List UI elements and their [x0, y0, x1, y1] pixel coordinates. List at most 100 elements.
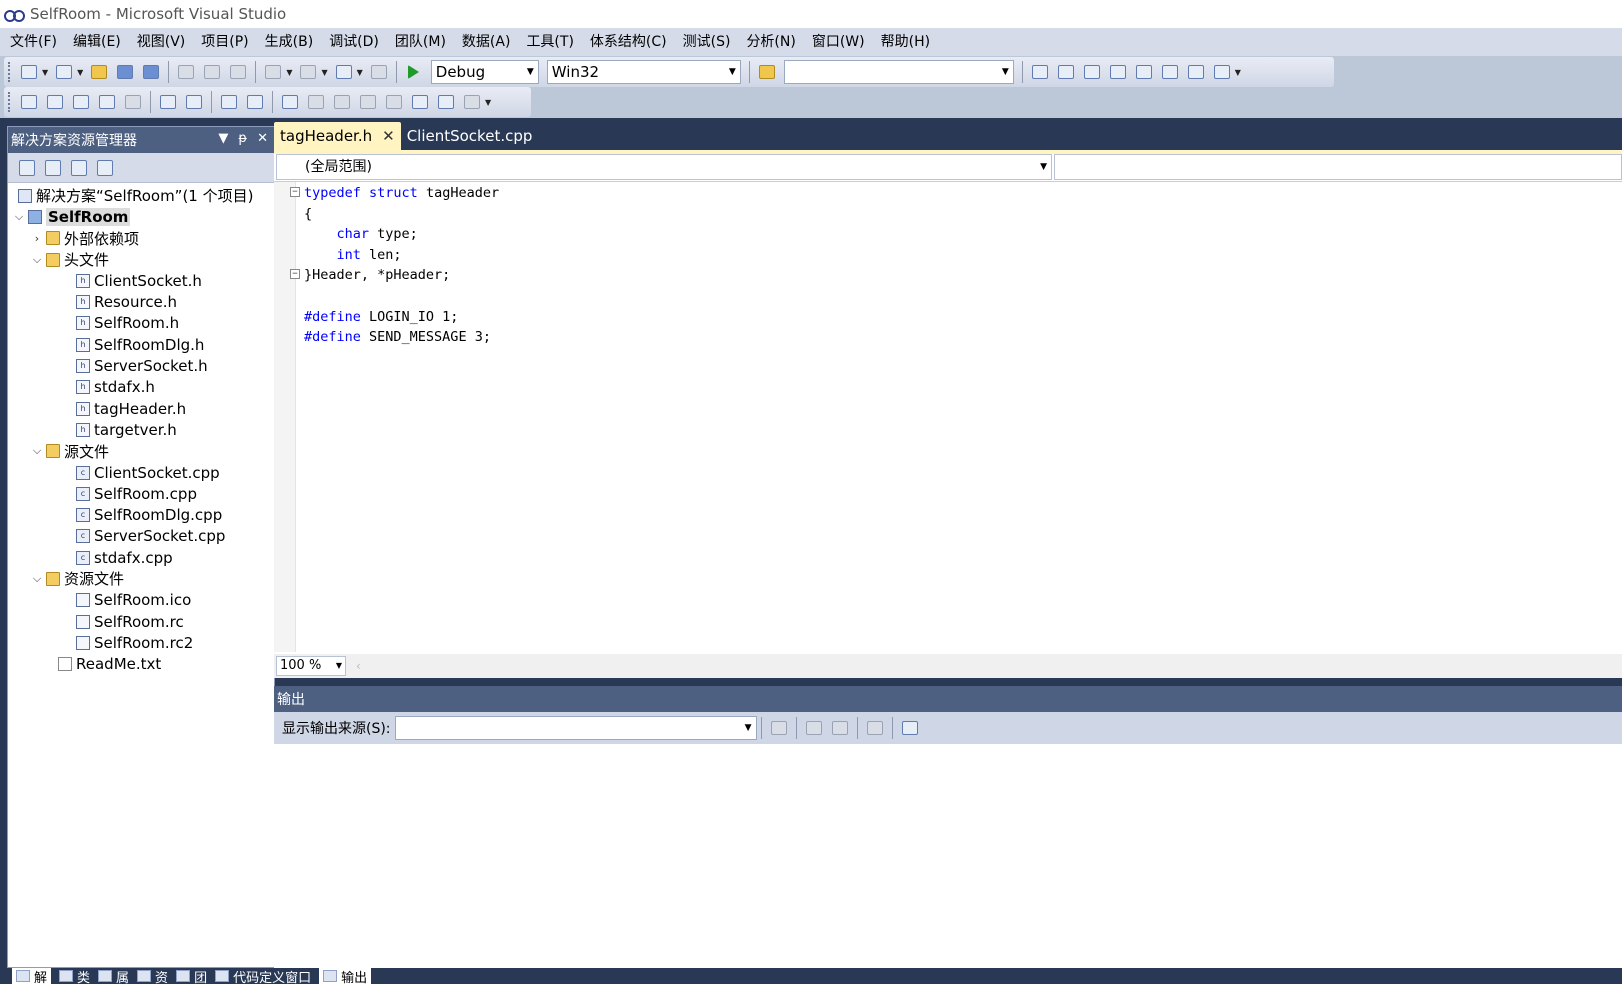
menu-data[interactable]: 数据(A): [454, 28, 519, 56]
tree-item-project[interactable]: ⌵ SelfRoom: [8, 206, 274, 227]
properties-icon[interactable]: [16, 157, 38, 179]
navigate-forward-icon[interactable]: [368, 61, 390, 83]
tree-item-solution[interactable]: 解决方案“SelfRoom”(1 个项目): [8, 185, 274, 206]
find-combo[interactable]: ▼: [783, 60, 1014, 84]
extension-manager-icon[interactable]: [1185, 61, 1207, 83]
object-browser-icon[interactable]: [1107, 61, 1129, 83]
scroll-left-icon[interactable]: ‹: [356, 659, 361, 673]
command-window-icon[interactable]: [1211, 61, 1233, 83]
menu-architecture[interactable]: 体系结构(C): [582, 28, 675, 56]
tree-item-file[interactable]: c ClientSocket.cpp: [8, 462, 274, 483]
tree-item-file[interactable]: h Resource.h: [8, 291, 274, 312]
solution-explorer-icon[interactable]: [1055, 61, 1077, 83]
find-message-in-code-icon[interactable]: [768, 717, 790, 739]
menu-team[interactable]: 团队(M): [387, 28, 454, 56]
tab-solution-explorer[interactable]: 解: [12, 968, 52, 984]
clear-all-icon[interactable]: [864, 717, 886, 739]
tree-item-file[interactable]: h stdafx.h: [8, 377, 274, 398]
tab-tagheader-h[interactable]: tagHeader.h ✕: [274, 122, 401, 150]
add-item-icon[interactable]: [53, 61, 75, 83]
next-bookmark-folder-icon[interactable]: [383, 91, 405, 113]
tree-item-file[interactable]: h ServerSocket.h: [8, 355, 274, 376]
tab-output[interactable]: 输出: [319, 968, 372, 984]
decrease-indent-icon[interactable]: [157, 91, 179, 113]
tree-item-file[interactable]: h SelfRoom.h: [8, 313, 274, 334]
zoom-select[interactable]: 100 % ▼: [276, 656, 346, 676]
navigate-backward-icon[interactable]: [333, 61, 355, 83]
menu-build[interactable]: 生成(B): [257, 28, 322, 56]
display-quick-info-icon[interactable]: [70, 91, 92, 113]
tab-class-view[interactable]: 类: [59, 968, 90, 984]
next-bookmark-document-icon[interactable]: [435, 91, 457, 113]
save-all-icon[interactable]: [140, 61, 162, 83]
tree-item-resource-files-folder[interactable]: ⌵ 资源文件: [8, 568, 274, 589]
save-icon[interactable]: [114, 61, 136, 83]
menu-tools[interactable]: 工具(T): [518, 28, 581, 56]
collapse-arrow-icon[interactable]: ⌵: [28, 253, 46, 267]
tree-item-file[interactable]: SelfRoom.rc2: [8, 632, 274, 653]
tree-item-header-files-folder[interactable]: ⌵ 头文件: [8, 249, 274, 270]
toggle-word-wrap-icon[interactable]: [899, 717, 921, 739]
new-project-icon[interactable]: [18, 61, 40, 83]
collapse-arrow-icon[interactable]: ⌵: [10, 210, 28, 224]
menu-view[interactable]: 视图(V): [129, 28, 194, 56]
tree-item-file[interactable]: c stdafx.cpp: [8, 547, 274, 568]
toolbar-grip[interactable]: [8, 92, 12, 112]
window-position-dropdown-icon[interactable]: ▼: [218, 131, 228, 146]
tree-item-file[interactable]: SelfRoom.ico: [8, 590, 274, 611]
toolbar-grip[interactable]: [8, 62, 12, 82]
undo-icon[interactable]: [262, 61, 284, 83]
menu-help[interactable]: 帮助(H): [873, 28, 938, 56]
toggle-bookmark-icon[interactable]: [279, 91, 301, 113]
tree-item-file[interactable]: c SelfRoom.cpp: [8, 483, 274, 504]
collapse-outline-icon[interactable]: −: [290, 187, 300, 197]
collapse-outline-icon[interactable]: −: [290, 269, 300, 280]
display-object-member-list-icon[interactable]: [18, 91, 40, 113]
start-debugging-icon[interactable]: [403, 61, 425, 83]
output-source-select[interactable]: ▼: [394, 716, 757, 740]
display-parameter-info-icon[interactable]: [44, 91, 66, 113]
redo-icon[interactable]: [297, 61, 319, 83]
scope-select[interactable]: (全局范围) ▼: [276, 154, 1052, 180]
block-comment-icon[interactable]: [122, 91, 144, 113]
menu-project[interactable]: 项目(P): [193, 28, 256, 56]
increase-indent-icon[interactable]: [183, 91, 205, 113]
paste-icon[interactable]: [227, 61, 249, 83]
copy-icon[interactable]: [201, 61, 223, 83]
tab-property-manager[interactable]: 属: [98, 968, 129, 984]
clear-bookmarks-icon[interactable]: [461, 91, 483, 113]
show-all-files-icon[interactable]: [42, 157, 64, 179]
tab-code-definition-window[interactable]: 代码定义窗口: [215, 968, 311, 984]
find-symbol-icon[interactable]: [1029, 61, 1051, 83]
collapse-arrow-icon[interactable]: ⌵: [28, 444, 46, 458]
code-text-area[interactable]: − typedef struct tagHeader { char type; i…: [274, 182, 1622, 652]
complete-word-icon[interactable]: [96, 91, 118, 113]
menu-analyze[interactable]: 分析(N): [738, 28, 803, 56]
output-text-area[interactable]: [274, 744, 1622, 968]
tab-clientsocket-cpp[interactable]: ClientSocket.cpp: [401, 122, 539, 150]
previous-bookmark-folder-icon[interactable]: [357, 91, 379, 113]
expand-arrow-icon[interactable]: ›: [28, 232, 46, 245]
tree-item-file[interactable]: h targetver.h: [8, 419, 274, 440]
comment-lines-icon[interactable]: [218, 91, 240, 113]
menu-test[interactable]: 测试(S): [675, 28, 739, 56]
tree-item-source-files-folder[interactable]: ⌵ 源文件: [8, 441, 274, 462]
menu-debug[interactable]: 调试(D): [321, 28, 387, 56]
tree-item-file[interactable]: c ServerSocket.cpp: [8, 526, 274, 547]
close-icon[interactable]: ✕: [382, 127, 395, 145]
previous-bookmark-icon[interactable]: [305, 91, 327, 113]
cut-icon[interactable]: [175, 61, 197, 83]
previous-message-icon[interactable]: [803, 717, 825, 739]
tree-item-file[interactable]: h SelfRoomDlg.h: [8, 334, 274, 355]
close-icon[interactable]: ✕: [257, 131, 268, 146]
menu-edit[interactable]: 编辑(E): [65, 28, 129, 56]
tab-resource-view[interactable]: 资: [137, 968, 168, 984]
tree-item-file[interactable]: h ClientSocket.h: [8, 270, 274, 291]
member-select[interactable]: [1054, 154, 1622, 180]
collapse-arrow-icon[interactable]: ⌵: [28, 572, 46, 586]
previous-bookmark-document-icon[interactable]: [409, 91, 431, 113]
menu-file[interactable]: 文件(F): [2, 28, 65, 56]
toolbox-icon[interactable]: [1133, 61, 1155, 83]
next-message-icon[interactable]: [829, 717, 851, 739]
tree-item-external-dependencies[interactable]: › 外部依赖项: [8, 228, 274, 249]
